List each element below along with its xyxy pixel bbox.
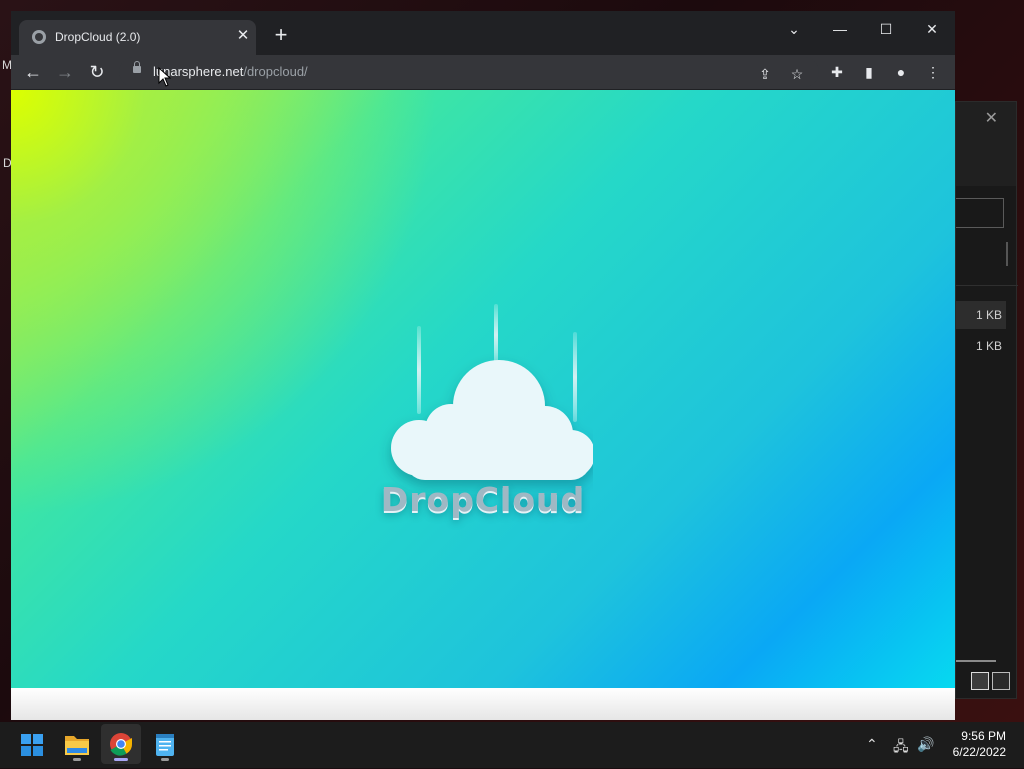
taskbar-chrome[interactable]: [101, 724, 141, 764]
tiles-view-button[interactable]: [992, 672, 1010, 690]
new-tab-button[interactable]: +: [270, 24, 292, 47]
bookmark-star-icon[interactable]: ☆: [784, 61, 810, 87]
back-button[interactable]: ←: [20, 59, 46, 85]
rain-streak: [573, 332, 577, 422]
rain-streak: [417, 326, 421, 414]
cloud-shape: [391, 360, 593, 480]
explorer-divider: [956, 285, 1018, 286]
forward-button[interactable]: →: [52, 59, 78, 85]
page-content: DropCloud: [11, 90, 955, 688]
explorer-close-icon[interactable]: ✕: [985, 108, 998, 128]
extensions-icon[interactable]: ✚: [824, 59, 850, 85]
side-panel-icon[interactable]: ▮: [856, 59, 882, 85]
maximize-button[interactable]: ☐: [872, 18, 900, 40]
start-button[interactable]: [12, 724, 52, 764]
address-bar[interactable]: lunarsphere.net/dropcloud/ ⇪ ☆: [119, 57, 819, 87]
taskbar-file-explorer[interactable]: [57, 724, 97, 764]
browser-window[interactable]: DropCloud (2.0) ✕ + ⌄ — ☐ ✕ ← → ↻ lunars…: [11, 11, 955, 720]
running-indicator: [161, 758, 169, 761]
browser-toolbar: ← → ↻ lunarsphere.net/dropcloud/ ⇪ ☆ ✚ ▮…: [11, 55, 955, 89]
reload-button[interactable]: ↻: [84, 59, 110, 85]
explorer-file-row[interactable]: 1 KB: [956, 332, 1006, 360]
close-window-button[interactable]: ✕: [918, 18, 946, 40]
lock-icon[interactable]: [133, 61, 141, 73]
brand-title: DropCloud: [380, 480, 586, 519]
running-indicator: [73, 758, 81, 761]
url-text[interactable]: lunarsphere.net/dropcloud/: [153, 64, 308, 79]
taskbar: ⌃ 🖧 🔊 9:56 PM 6/22/2022: [0, 722, 1024, 768]
show-hidden-icons-chevron-icon[interactable]: ⌃: [866, 736, 878, 753]
tab-strip[interactable]: DropCloud (2.0) ✕ + ⌄ — ☐ ✕: [11, 11, 955, 55]
globe-icon: [32, 30, 46, 44]
active-indicator: [114, 758, 128, 761]
menu-icon[interactable]: ⋮: [920, 59, 946, 85]
profile-icon[interactable]: ●: [888, 59, 914, 85]
explorer-horizontal-scrollbar[interactable]: [956, 660, 996, 662]
clock-date: 6/22/2022: [952, 745, 1006, 759]
file-size: 1 KB: [975, 308, 1002, 322]
mouse-cursor-icon: [158, 67, 172, 87]
volume-icon[interactable]: 🔊: [917, 736, 934, 753]
system-clock[interactable]: 9:56 PM 6/22/2022: [953, 728, 1006, 760]
explorer-search-input[interactable]: [956, 198, 1004, 228]
explorer-titlebar[interactable]: ✕: [956, 102, 1016, 186]
clock-time: 9:56 PM: [961, 729, 1006, 743]
file-size: 1 KB: [975, 339, 1002, 353]
rain-streak: [494, 304, 498, 366]
minimize-button[interactable]: —: [826, 18, 854, 40]
explorer-file-row[interactable]: 1 KB: [956, 301, 1006, 329]
share-icon[interactable]: ⇪: [752, 61, 778, 87]
tab-title: DropCloud (2.0): [55, 30, 141, 44]
tab-search-button[interactable]: ⌄: [780, 18, 808, 40]
taskbar-notepad[interactable]: [145, 724, 185, 764]
url-path: /dropcloud/: [243, 64, 308, 79]
tab-dropcloud[interactable]: DropCloud (2.0) ✕: [19, 20, 256, 55]
file-explorer-window[interactable]: ✕ 1 KB 1 KB: [955, 101, 1018, 699]
page-footer-bar: [11, 688, 955, 720]
windows-start-icon: [21, 734, 43, 756]
details-view-button[interactable]: [971, 672, 989, 690]
explorer-scrollbar[interactable]: [1006, 242, 1008, 266]
tab-close-icon[interactable]: ✕: [234, 27, 252, 45]
network-icon[interactable]: 🖧: [893, 736, 909, 760]
